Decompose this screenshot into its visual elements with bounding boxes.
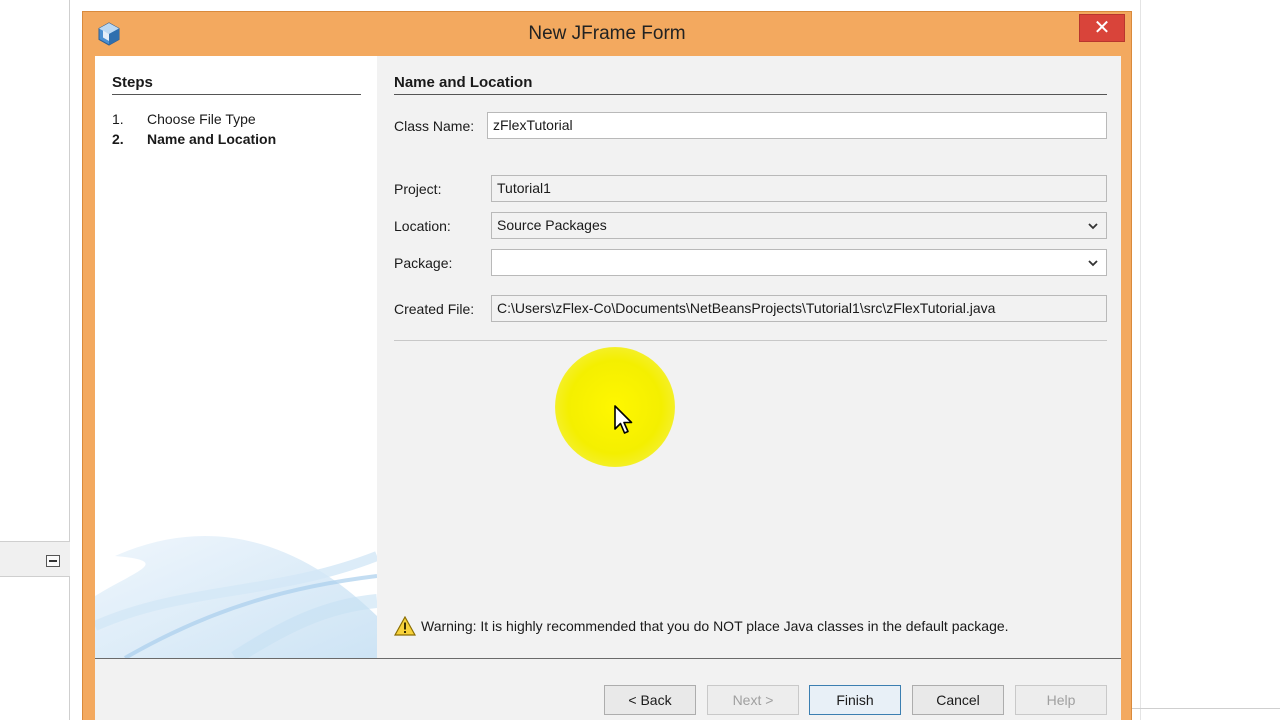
warning-text: Warning: It is highly recommended that y… xyxy=(421,618,1009,634)
step-choose-file-type: 1. Choose File Type xyxy=(112,111,256,127)
name-and-location-panel: Name and Location Class Name: zFlexTutor… xyxy=(377,56,1121,658)
step-label: Choose File Type xyxy=(147,111,256,127)
step-label: Name and Location xyxy=(147,131,277,147)
ide-bottom-divider xyxy=(1130,708,1280,709)
steps-heading: Steps xyxy=(112,74,153,91)
back-button[interactable]: < Back xyxy=(604,685,696,715)
button-bar-divider xyxy=(95,658,1121,659)
project-field: Tutorial1 xyxy=(491,175,1107,202)
ide-left-panel xyxy=(0,0,70,720)
cancel-button[interactable]: Cancel xyxy=(912,685,1004,715)
chevron-down-icon xyxy=(1088,260,1098,267)
class-name-label: Class Name: xyxy=(394,118,475,134)
steps-divider xyxy=(112,94,361,95)
steps-pane: Steps 1. Choose File Type 2. Name and Loca… xyxy=(95,56,377,658)
next-button[interactable]: Next > xyxy=(707,685,799,715)
location-select[interactable]: Source Packages xyxy=(491,212,1107,239)
step-number: 2. xyxy=(112,131,124,147)
step-number: 1. xyxy=(112,111,124,127)
package-label: Package: xyxy=(394,255,453,271)
mouse-cursor-icon xyxy=(614,405,633,434)
form-separator xyxy=(394,340,1107,341)
close-icon: ✕ xyxy=(1093,17,1111,39)
chevron-down-icon xyxy=(1088,223,1098,230)
ide-right-divider xyxy=(1140,0,1141,720)
close-button[interactable]: ✕ xyxy=(1079,14,1125,42)
minimize-icon[interactable] xyxy=(46,555,60,567)
section-divider xyxy=(394,94,1107,95)
project-label: Project: xyxy=(394,181,442,197)
class-name-input[interactable]: zFlexTutorial xyxy=(487,112,1107,139)
location-label: Location: xyxy=(394,218,451,234)
dialog-titlebar[interactable]: New JFrame Form ✕ xyxy=(83,12,1131,56)
dialog-title: New JFrame Form xyxy=(528,23,686,44)
ide-right-panel xyxy=(1140,0,1280,720)
section-title: Name and Location xyxy=(394,74,533,91)
step-name-and-location: 2. Name and Location xyxy=(112,131,276,147)
package-combobox[interactable] xyxy=(491,249,1107,276)
decorative-swoosh-graphic xyxy=(95,536,377,658)
created-file-field: C:\Users\zFlex-Co\Documents\NetBeansProj… xyxy=(491,295,1107,322)
finish-button[interactable]: Finish xyxy=(809,685,901,715)
location-select-value: Source Packages xyxy=(497,217,607,233)
help-button[interactable]: Help xyxy=(1015,685,1107,715)
created-file-label: Created File: xyxy=(394,301,475,317)
warning-icon xyxy=(394,616,416,636)
